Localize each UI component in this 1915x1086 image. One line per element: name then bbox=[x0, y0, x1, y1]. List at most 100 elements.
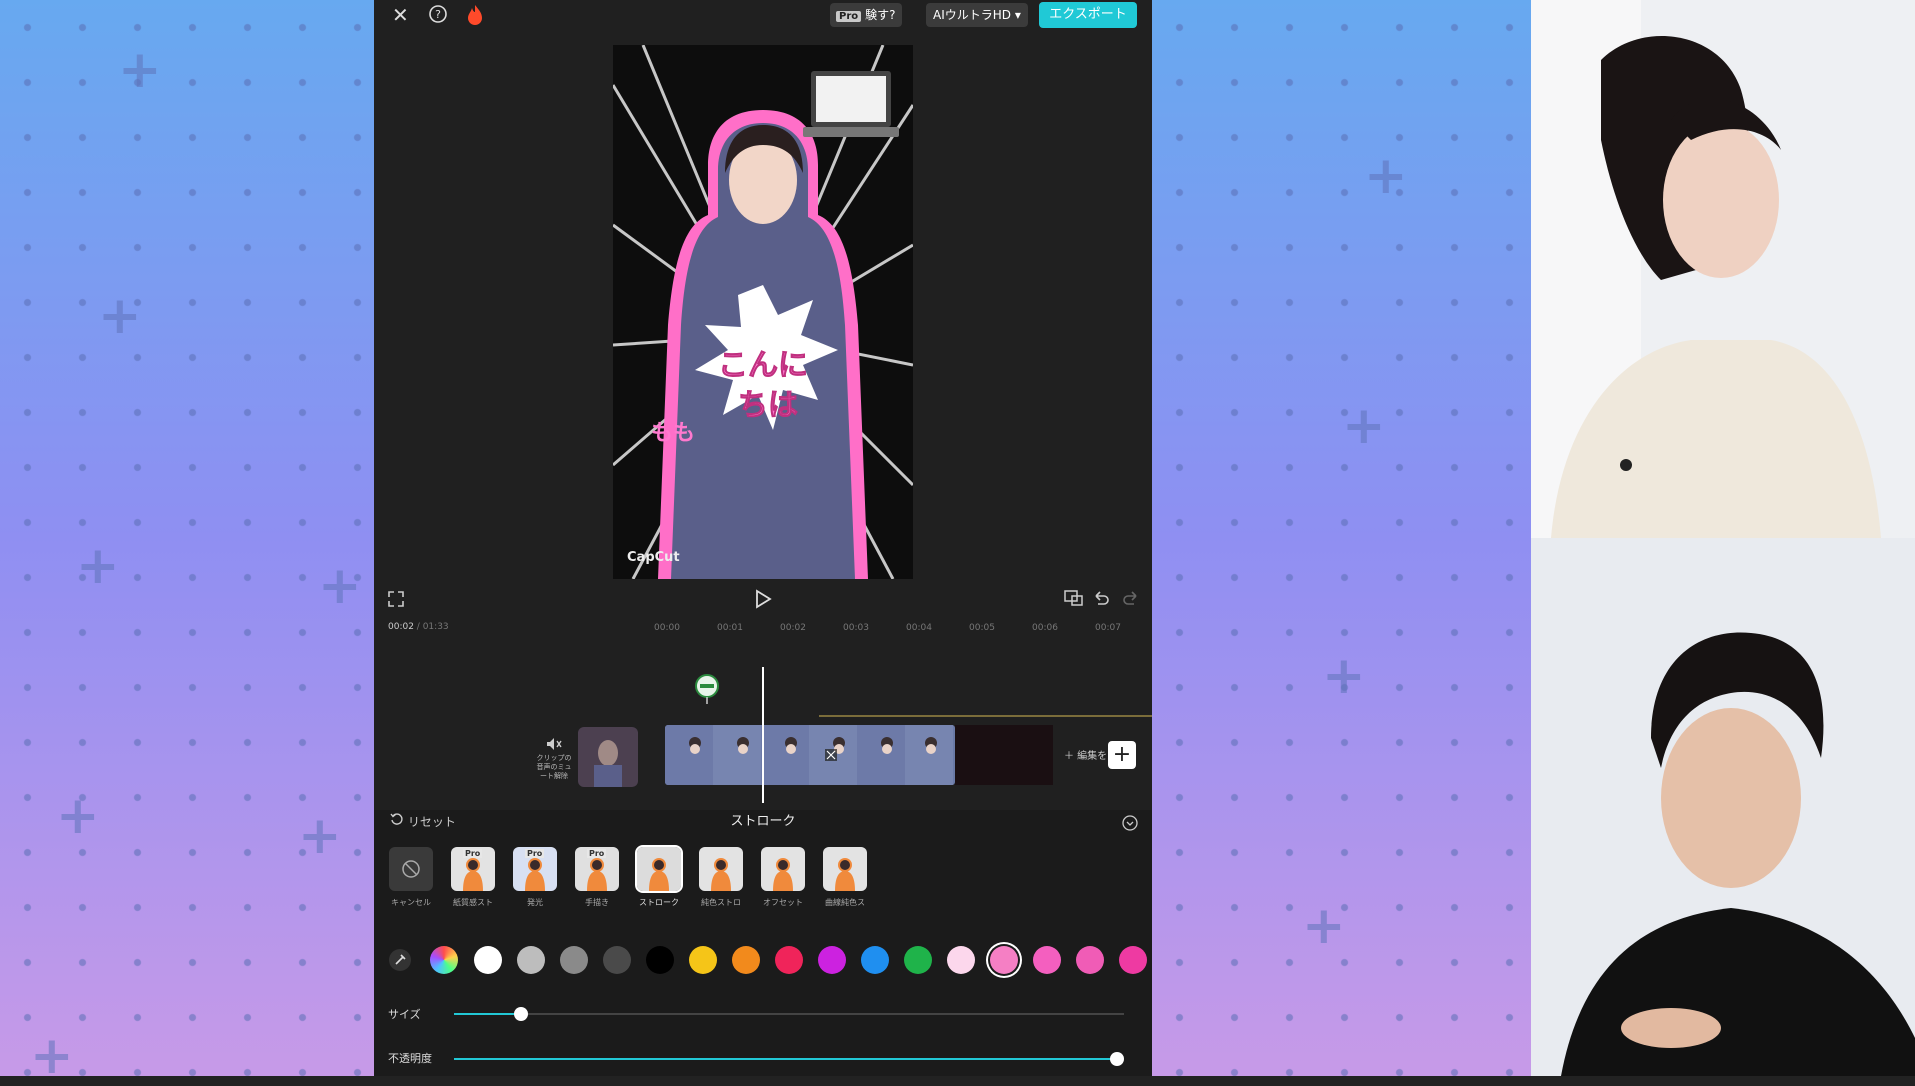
webcam-host-top bbox=[1531, 0, 1915, 538]
svg-text:?: ? bbox=[435, 8, 441, 21]
size-slider-fill bbox=[454, 1013, 521, 1015]
capcut-watermark: CapCut bbox=[627, 550, 680, 565]
color-swatch[interactable] bbox=[1033, 946, 1061, 974]
cover-thumbnail[interactable] bbox=[578, 727, 638, 787]
current-time: 00:02 bbox=[388, 622, 414, 632]
effect-label: オフセット bbox=[763, 898, 803, 907]
effect-label: 手描き bbox=[585, 898, 609, 907]
top-bar: ✕ ? Pro 験す? AIウルトラHD ▾ エクスポート bbox=[374, 0, 1152, 30]
color-swatch[interactable] bbox=[560, 946, 588, 974]
export-button[interactable]: エクスポート bbox=[1039, 2, 1137, 28]
effect-offset[interactable]: オフセット bbox=[760, 847, 806, 908]
tick-label: 00:05 bbox=[969, 623, 995, 633]
size-slider-knob[interactable] bbox=[514, 1007, 528, 1021]
effect-thumb bbox=[823, 847, 867, 891]
opacity-slider[interactable] bbox=[454, 1052, 1124, 1066]
add-edit-label: ＋ 編集を bbox=[1064, 751, 1108, 762]
time-readout: 00:02 / 01:33 bbox=[388, 622, 449, 632]
redo-icon[interactable] bbox=[1122, 589, 1140, 611]
pro-tag: Pro bbox=[836, 11, 862, 22]
color-swatch[interactable] bbox=[1119, 946, 1147, 974]
effect-label: ストローク bbox=[639, 898, 679, 907]
preview-image: こんに ちは もも bbox=[613, 45, 913, 579]
effect-thumb: Pro bbox=[513, 847, 557, 891]
speaker-icon bbox=[547, 738, 562, 750]
size-label: サイズ bbox=[388, 1008, 421, 1021]
total-time: 01:33 bbox=[422, 622, 449, 632]
eyedropper-icon[interactable] bbox=[388, 948, 412, 976]
collapse-icon[interactable] bbox=[1122, 815, 1138, 835]
opacity-slider-fill bbox=[454, 1058, 1118, 1060]
effect-paper-stroke[interactable]: Pro 紙質感スト bbox=[450, 847, 496, 908]
audio-track-line bbox=[819, 715, 1152, 717]
effect-cancel[interactable]: キャンセル bbox=[388, 847, 434, 908]
tick-label: 00:00 bbox=[654, 623, 680, 633]
color-swatch[interactable] bbox=[861, 946, 889, 974]
time-ruler[interactable]: 00:02 / 01:33 00:00 00:01 00:02 00:03 00… bbox=[374, 620, 1152, 638]
editor-window: ✕ ? Pro 験す? AIウルトラHD ▾ エクスポート こんに ちは もも … bbox=[374, 0, 1152, 1076]
effect-label: 紙質感スト bbox=[453, 898, 493, 907]
tick-label: 00:03 bbox=[843, 623, 869, 633]
effect-glow[interactable]: Pro 発光 bbox=[512, 847, 558, 908]
effect-thumb: Pro bbox=[451, 847, 495, 891]
flame-icon[interactable] bbox=[466, 4, 484, 30]
effect-hand-drawn[interactable]: Pro 手描き bbox=[574, 847, 620, 908]
color-swatch[interactable] bbox=[689, 946, 717, 974]
cancel-icon bbox=[402, 860, 420, 878]
tick-label: 00:06 bbox=[1032, 623, 1058, 633]
playback-controls bbox=[374, 585, 1152, 613]
effect-label: 純色ストロ bbox=[701, 898, 741, 907]
color-swatch[interactable] bbox=[818, 946, 846, 974]
playhead[interactable] bbox=[762, 667, 764, 803]
effect-curve-solid[interactable]: 曲線純色ス bbox=[822, 847, 868, 908]
panel-title: ストローク bbox=[730, 814, 796, 829]
bubble-text-1: こんに bbox=[718, 348, 808, 383]
bubble-text-2: ちは bbox=[738, 388, 798, 423]
color-swatch[interactable] bbox=[775, 946, 803, 974]
video-clip-track[interactable] bbox=[665, 725, 955, 785]
add-clip-button[interactable]: + bbox=[1108, 741, 1136, 769]
keyframe-marker[interactable] bbox=[694, 673, 720, 709]
effect-thumb: Pro bbox=[575, 847, 619, 891]
color-swatch[interactable] bbox=[646, 946, 674, 974]
timeline[interactable]: クリップの音声のミュート解除 ＋ 編集を + bbox=[374, 645, 1152, 805]
mute-label: クリップの音声のミュート解除 bbox=[536, 754, 572, 780]
color-swatch[interactable] bbox=[947, 946, 975, 974]
effect-thumb bbox=[635, 845, 683, 893]
pro-badge: Pro bbox=[463, 849, 483, 858]
effect-thumb bbox=[761, 847, 805, 891]
effect-solid-stroke[interactable]: 純色ストロ bbox=[698, 847, 744, 908]
opacity-slider-knob[interactable] bbox=[1110, 1052, 1124, 1066]
pro-trial-button[interactable]: Pro 験す? bbox=[830, 3, 902, 27]
opacity-label: 不透明度 bbox=[388, 1052, 432, 1065]
color-wheel-button[interactable] bbox=[430, 946, 458, 974]
pro-badge: Pro bbox=[525, 849, 545, 858]
fullscreen-icon[interactable] bbox=[388, 591, 404, 611]
color-swatch[interactable] bbox=[990, 946, 1018, 974]
video-preview[interactable]: こんに ちは もも CapCut bbox=[613, 45, 913, 579]
color-swatch[interactable] bbox=[603, 946, 631, 974]
effect-label: 発光 bbox=[527, 898, 543, 907]
help-icon[interactable]: ? bbox=[428, 4, 448, 28]
color-swatch[interactable] bbox=[517, 946, 545, 974]
undo-icon[interactable] bbox=[1092, 589, 1110, 611]
play-icon[interactable] bbox=[754, 589, 772, 613]
color-swatch[interactable] bbox=[732, 946, 760, 974]
resolution-dropdown[interactable]: AIウルトラHD ▾ bbox=[926, 3, 1028, 27]
color-swatch[interactable] bbox=[1076, 946, 1104, 974]
close-icon[interactable]: ✕ bbox=[392, 4, 409, 26]
tick-label: 00:01 bbox=[717, 623, 743, 633]
crop-icon[interactable] bbox=[1064, 589, 1084, 611]
pro-trial-label: 験す? bbox=[865, 8, 896, 22]
color-swatch[interactable] bbox=[904, 946, 932, 974]
effect-label: キャンセル bbox=[391, 898, 431, 907]
size-slider[interactable] bbox=[454, 1007, 1124, 1021]
side-text: もも bbox=[651, 421, 695, 446]
color-swatch[interactable] bbox=[474, 946, 502, 974]
effect-stroke-selected[interactable]: ストローク bbox=[635, 845, 683, 908]
stroke-panel: リセット ストローク キャンセル Pro 紙質感スト Pro 発光 Pro 手描… bbox=[374, 810, 1152, 1076]
empty-track-area bbox=[955, 725, 1053, 785]
mute-clip-button[interactable]: クリップの音声のミュート解除 bbox=[534, 737, 574, 781]
effect-label: 曲線純色ス bbox=[825, 898, 865, 907]
effect-thumb bbox=[699, 847, 743, 891]
